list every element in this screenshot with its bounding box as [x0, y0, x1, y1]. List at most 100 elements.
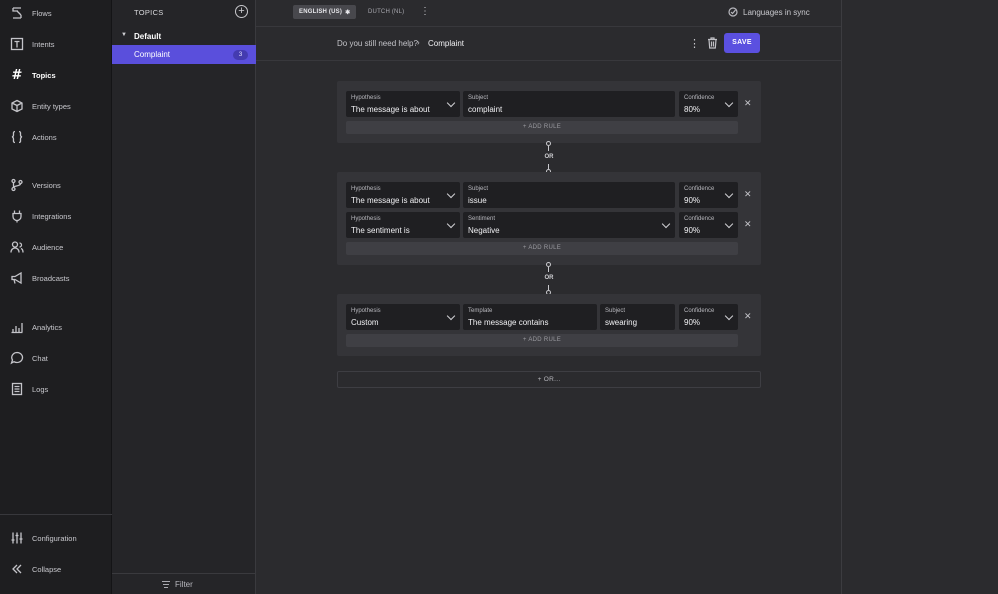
- nav-item-topics[interactable]: # Topics: [0, 62, 112, 88]
- hypothesis-select[interactable]: Hypothesis Custom: [346, 304, 460, 330]
- field-value: 90%: [684, 318, 701, 327]
- hypothesis-select[interactable]: Hypothesis The message is about: [346, 91, 460, 117]
- add-topic-button[interactable]: +: [235, 5, 248, 18]
- nav-label: Actions: [32, 132, 57, 142]
- add-or-group-button[interactable]: + OR...: [337, 371, 761, 388]
- field-label: Sentiment: [468, 216, 496, 222]
- remove-rule-close-icon[interactable]: ✕: [744, 189, 752, 200]
- chevron-down-icon: [446, 189, 456, 199]
- actions-icon: [10, 130, 24, 144]
- sentiment-select[interactable]: Sentiment Negative: [463, 212, 675, 238]
- chevron-down-icon: [446, 98, 456, 108]
- breadcrumb-current: Complaint: [428, 39, 465, 48]
- confidence-select[interactable]: Confidence 90%: [679, 182, 738, 208]
- chevron-down-icon: [724, 189, 734, 199]
- template-field[interactable]: Template The message contains: [463, 304, 597, 330]
- topic-item-complaint[interactable]: Complaint 3: [112, 45, 256, 64]
- add-rule-button[interactable]: + ADD RULE: [346, 121, 738, 134]
- nav-item-integrations[interactable]: Integrations: [0, 203, 112, 229]
- nav-item-collapse[interactable]: Collapse: [0, 556, 112, 582]
- nav-label: Logs: [32, 384, 49, 394]
- field-value: Custom: [351, 318, 379, 327]
- field-value: 90%: [684, 226, 701, 235]
- nav-label: Entity types: [32, 101, 71, 111]
- topics-title: TOPICS: [134, 8, 164, 17]
- nav-item-audience[interactable]: Audience: [0, 234, 112, 260]
- tab-language-english[interactable]: ENGLISH (US) ✱: [293, 5, 357, 19]
- field-value: swearing: [605, 318, 638, 327]
- hypothesis-select[interactable]: Hypothesis The message is about: [346, 182, 460, 208]
- tab-label: ENGLISH (US): [299, 9, 343, 15]
- add-rule-button[interactable]: + ADD RULE: [346, 334, 738, 347]
- topic-group-label: Default: [134, 32, 162, 41]
- remove-rule-close-icon[interactable]: ✕: [744, 98, 752, 109]
- main-nav: Flows Intents # Topics Entity types Acti…: [0, 0, 112, 594]
- nav-item-intents[interactable]: Intents: [0, 31, 112, 57]
- more-vertical-icon[interactable]: ⋮: [689, 37, 700, 50]
- field-value: The message is about: [351, 105, 430, 114]
- nav-divider: [0, 514, 112, 515]
- nav-item-actions[interactable]: Actions: [0, 124, 112, 150]
- subject-field[interactable]: Subject complaint: [463, 91, 675, 117]
- subject-field[interactable]: Subject issue: [463, 182, 675, 208]
- rule-group: Hypothesis The message is about Subject …: [337, 81, 761, 143]
- nav-label: Analytics: [32, 322, 63, 332]
- broadcasts-icon: [10, 271, 24, 285]
- topics-panel: TOPICS + ▼ Default Complaint 3 Filter: [112, 0, 256, 594]
- nav-item-logs[interactable]: Logs: [0, 376, 112, 402]
- language-bar: ENGLISH (US) ✱ DUTCH (NL) ⋮ Languages in…: [256, 0, 841, 27]
- chevron-down-icon: [724, 98, 734, 108]
- field-label: Hypothesis: [351, 186, 381, 192]
- add-rule-button[interactable]: + ADD RULE: [346, 242, 738, 255]
- or-connector: OR: [538, 262, 560, 296]
- nav-label: Versions: [32, 180, 61, 190]
- nav-item-flows[interactable]: Flows: [0, 0, 112, 26]
- breadcrumb-parent[interactable]: Do you still need help?: [337, 39, 418, 48]
- chevron-right-icon: ›: [417, 38, 420, 47]
- default-language-icon: ✱: [345, 9, 351, 16]
- field-label: Confidence: [684, 95, 715, 101]
- topics-icon: #: [11, 67, 23, 83]
- hypothesis-select[interactable]: Hypothesis The sentiment is: [346, 212, 460, 238]
- trash-icon[interactable]: [707, 37, 718, 49]
- audience-icon: [10, 240, 24, 254]
- field-value: The message contains: [468, 318, 549, 327]
- save-button[interactable]: SAVE: [724, 33, 760, 53]
- nav-label: Broadcasts: [32, 273, 70, 283]
- nav-item-entity-types[interactable]: Entity types: [0, 93, 112, 119]
- nav-item-chat[interactable]: Chat: [0, 345, 112, 371]
- nav-label: Chat: [32, 353, 48, 363]
- chevron-down-icon: [724, 311, 734, 321]
- confidence-select[interactable]: Confidence 80%: [679, 91, 738, 117]
- caret-down-icon: ▼: [121, 32, 127, 38]
- topics-header: TOPICS +: [112, 0, 256, 26]
- remove-rule-close-icon[interactable]: ✕: [744, 311, 752, 322]
- nav-item-broadcasts[interactable]: Broadcasts: [0, 265, 112, 291]
- field-label: Hypothesis: [351, 95, 381, 101]
- filter-button[interactable]: Filter: [162, 580, 193, 589]
- nav-item-configuration[interactable]: Configuration: [0, 525, 112, 551]
- nav-label: Integrations: [32, 211, 72, 221]
- flows-icon: [10, 6, 24, 20]
- topics-footer: Filter: [112, 573, 256, 594]
- topic-group-default[interactable]: ▼ Default: [112, 30, 256, 44]
- analytics-icon: [10, 320, 24, 334]
- versions-icon: [10, 178, 24, 192]
- nav-item-analytics[interactable]: Analytics: [0, 314, 112, 340]
- nav-item-versions[interactable]: Versions: [0, 172, 112, 198]
- header-divider: [256, 60, 841, 61]
- chat-icon: [10, 351, 24, 365]
- entity-types-icon: [10, 99, 24, 113]
- plus-icon: +: [238, 5, 245, 17]
- confidence-select[interactable]: Confidence 90%: [679, 212, 738, 238]
- tab-language-dutch[interactable]: DUTCH (NL): [362, 5, 410, 19]
- or-label: OR: [544, 154, 554, 160]
- confidence-select[interactable]: Confidence 90%: [679, 304, 738, 330]
- remove-rule-close-icon[interactable]: ✕: [744, 219, 752, 230]
- field-value: Negative: [468, 226, 500, 235]
- subject-field[interactable]: Subject swearing: [600, 304, 675, 330]
- field-label: Subject: [605, 308, 626, 314]
- more-vertical-icon[interactable]: ⋮: [420, 6, 430, 17]
- field-value: The sentiment is: [351, 226, 410, 235]
- field-value: 80%: [684, 105, 701, 114]
